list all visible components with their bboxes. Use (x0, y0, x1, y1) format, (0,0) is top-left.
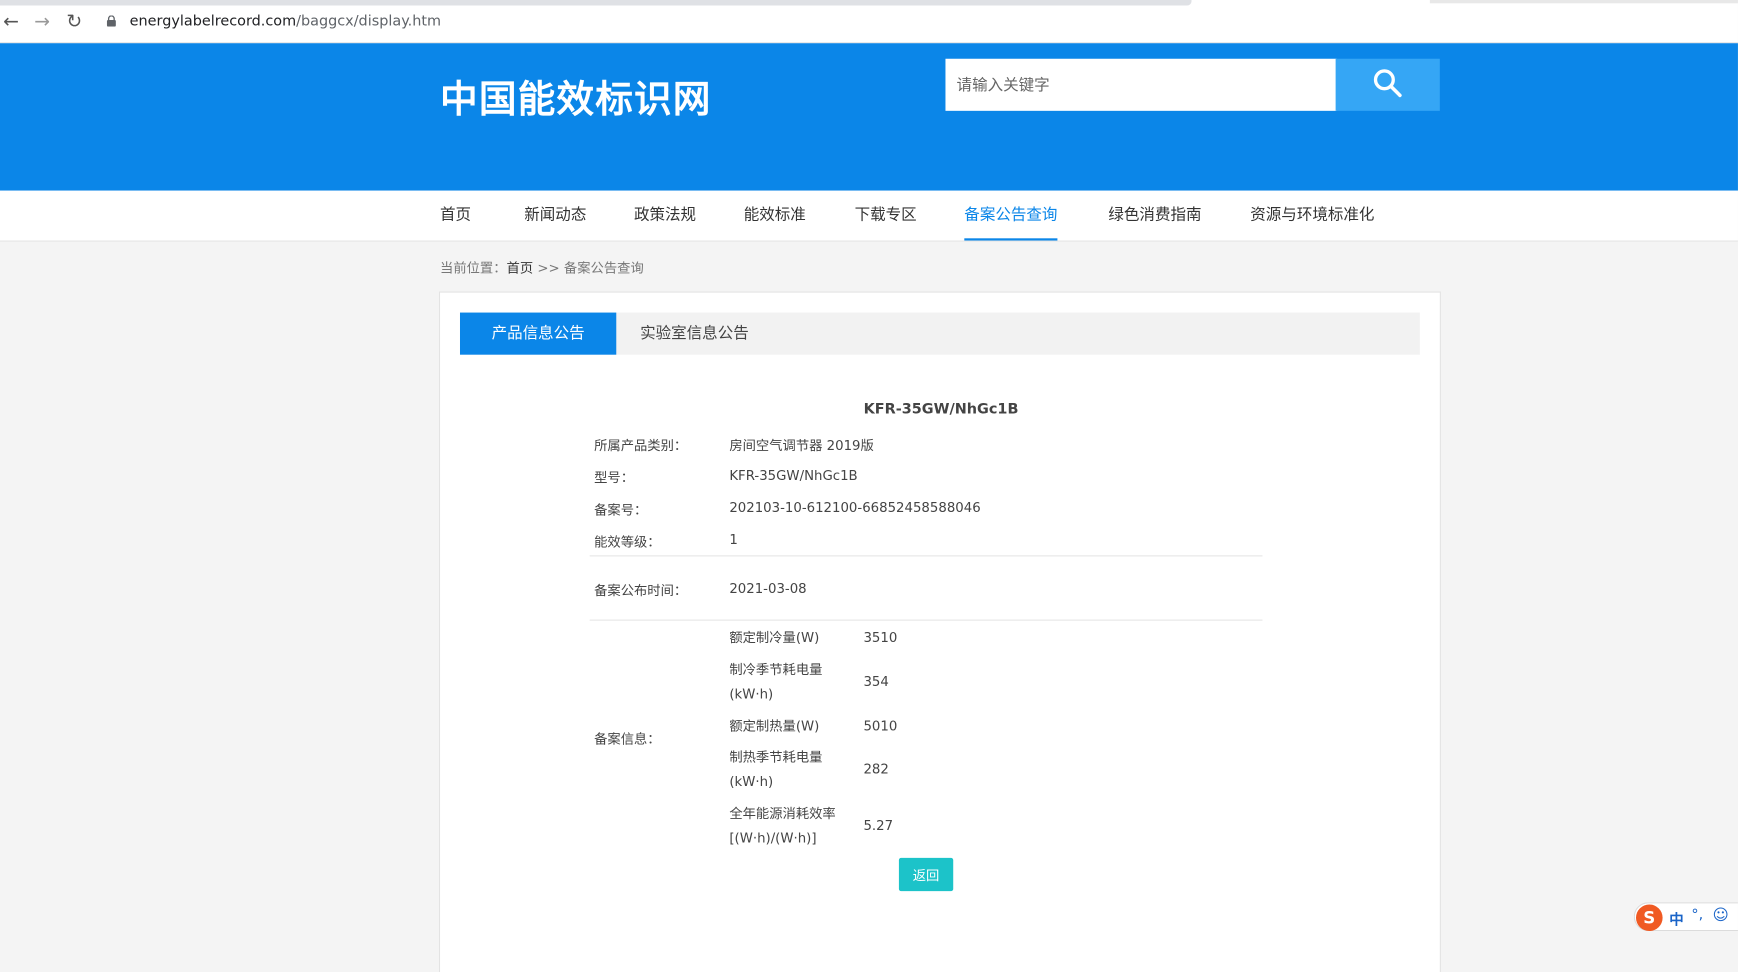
tab-lab-info[interactable]: 实验室信息公告 (616, 313, 772, 355)
tab-product-info[interactable]: 产品信息公告 (459, 312, 617, 355)
nav-item-news[interactable]: 新闻动态 (524, 191, 586, 242)
field-label-record-number: 备案号： (594, 502, 648, 518)
search-icon (1373, 69, 1402, 98)
field-value-efficiency-grade: 1 (729, 532, 738, 548)
forward-arrow-icon[interactable]: → (31, 11, 53, 33)
field-value-publish-time: 2021-03-08 (729, 580, 807, 597)
field-value-model: KFR-35GW/NhGc1B (729, 467, 858, 484)
address-bar[interactable]: energylabelrecord.com/baggcx/display.htm (130, 13, 441, 30)
back-button[interactable]: 返回 (898, 857, 954, 892)
field-value-record-number: 202103-10-612100-66852458588046 (729, 499, 981, 516)
field-value-category: 房间空气调节器 2019版 (729, 437, 874, 454)
field-label-model: 型号： (594, 469, 635, 486)
divider (589, 619, 1263, 621)
field-label-record-info: 备案信息： (594, 731, 661, 748)
tab-strip-right (1429, 0, 1738, 4)
url-host: energylabelrecord.com (129, 13, 297, 30)
product-title: KFR-35GW/NhGc1B (863, 401, 1019, 418)
breadcrumb-prefix: 当前位置： (440, 260, 507, 276)
ime-emoji-icon[interactable]: ☺ (1712, 907, 1728, 925)
spec-value-apf: 5.27 (863, 817, 894, 834)
site-logo[interactable]: 中国能效标识网 (440, 69, 712, 123)
breadcrumb-home-link[interactable]: 首页 (507, 260, 534, 276)
nav-item-standards[interactable]: 能效标准 (744, 191, 806, 242)
divider (589, 555, 1263, 557)
lock-icon[interactable] (106, 15, 116, 27)
back-arrow-icon[interactable]: ← (0, 11, 22, 33)
nav-item-home[interactable]: 首页 (440, 191, 471, 242)
spec-name-apf: 全年能源消耗效率 [(W·h)/(W·h)] (729, 805, 836, 846)
nav-item-record-query[interactable]: 备案公告查询 (964, 191, 1058, 241)
nav-item-green-guide[interactable]: 绿色消费指南 (1108, 191, 1201, 242)
breadcrumb: 当前位置：首页 >> 备案公告查询 (440, 258, 644, 277)
spec-name-rated-heating: 额定制热量(W) (729, 718, 820, 734)
field-label-publish-time: 备案公布时间： (594, 583, 688, 599)
main-nav: 首页 新闻动态 政策法规 能效标准 下载专区 备案公告查询 绿色消费指南 资源与… (0, 190, 1738, 242)
spec-name-rated-cooling: 额定制冷量(W) (729, 629, 820, 646)
spec-value-cooling-season-power: 354 (863, 673, 889, 690)
field-label-category: 所属产品类别： (594, 437, 688, 454)
spec-value-rated-heating: 5010 (863, 718, 898, 734)
nav-item-downloads[interactable]: 下载专区 (855, 191, 917, 242)
ime-punctuation-icon[interactable]: °, (1691, 907, 1703, 924)
spec-name-heating-season-power: 制热季节耗电量 (kW·h) (729, 749, 823, 790)
field-label-efficiency-grade: 能效等级： (594, 534, 661, 550)
reload-icon[interactable]: ↻ (63, 11, 85, 33)
site-header (0, 43, 1738, 191)
sogou-logo-icon[interactable]: S (1635, 904, 1663, 932)
ime-toolbar[interactable]: S 中 °, ☺ (1633, 902, 1738, 932)
browser-toolbar: ← → ↻ energylabelrecord.com/baggcx/displ… (0, 0, 1738, 44)
content-card: 产品信息公告 实验室信息公告 KFR-35GW/NhGc1B 所属产品类别： 房… (438, 291, 1441, 972)
breadcrumb-current: 备案公告查询 (563, 260, 644, 276)
nav-item-policy[interactable]: 政策法规 (634, 191, 696, 242)
spec-value-heating-season-power: 282 (863, 761, 889, 777)
tab-bar: 产品信息公告 实验室信息公告 (459, 312, 1420, 355)
search-input[interactable] (945, 58, 1337, 111)
nav-item-resource-standards[interactable]: 资源与环境标准化 (1250, 191, 1374, 242)
tab-strip (0, 0, 1192, 6)
search-button[interactable] (1335, 58, 1440, 111)
url-path: /baggcx/display.htm (296, 13, 442, 30)
spec-name-cooling-season-power: 制冷季节耗电量 (kW·h) (729, 661, 823, 702)
ime-mode-indicator[interactable]: 中 (1669, 908, 1683, 929)
breadcrumb-separator: >> (533, 260, 564, 276)
spec-value-rated-cooling: 3510 (863, 629, 898, 646)
